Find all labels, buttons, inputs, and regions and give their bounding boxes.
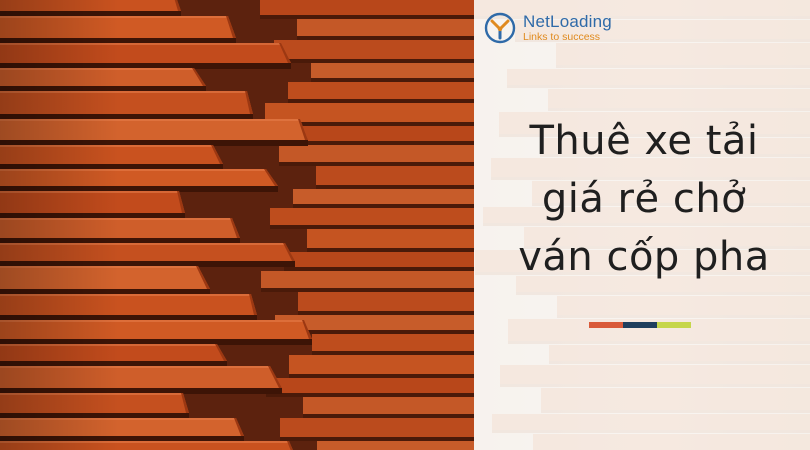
divider-segment-lime	[657, 322, 691, 328]
logo-name: NetLoading	[523, 12, 612, 31]
headline-line-3: ván cốp pha	[518, 234, 770, 280]
netloading-logo: NetLoading Links to success	[484, 12, 612, 44]
color-divider	[589, 322, 691, 328]
wood-boards-photo	[0, 0, 474, 450]
headline: Thuê xe tải giá rẻ chở ván cốp pha	[494, 112, 794, 286]
headline-line-1: Thuê xe tải	[529, 118, 759, 164]
headline-line-2: giá rẻ chở	[541, 176, 747, 222]
logo-tagline: Links to success	[523, 31, 601, 43]
divider-segment-navy	[623, 322, 657, 328]
banner: NetLoading Links to success Thuê xe tải …	[0, 0, 810, 450]
wood-boards-image	[0, 0, 474, 450]
headline-panel: NetLoading Links to success Thuê xe tải …	[474, 0, 810, 450]
netloading-logo-icon	[484, 12, 516, 44]
divider-segment-red	[589, 322, 623, 328]
